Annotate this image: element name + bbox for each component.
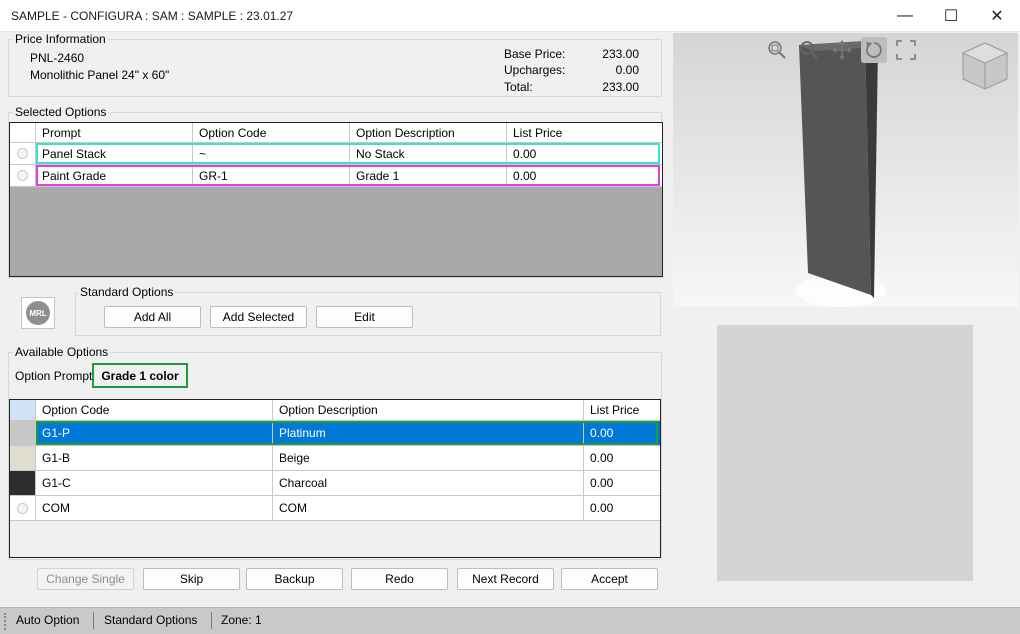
option-preview-panel	[717, 325, 973, 581]
option-image-icon	[17, 502, 28, 514]
row-header[interactable]	[10, 143, 36, 164]
color-swatch[interactable]	[10, 446, 36, 470]
manufacturer-logo[interactable]: MRL	[21, 297, 55, 329]
zoom-window-icon[interactable]	[767, 40, 787, 60]
row-header[interactable]	[10, 496, 36, 520]
selected-options-grid[interactable]: Prompt Option Code Option Description Li…	[9, 122, 663, 277]
standard-options-label: Standard Options	[78, 285, 176, 299]
upcharges-value: 0.00	[615, 63, 639, 77]
available-option-row[interactable]: G1-C Charcoal 0.00	[10, 471, 660, 496]
status-separator	[93, 612, 94, 629]
row-highlight-magenta	[36, 165, 660, 186]
selected-options-label: Selected Options	[13, 105, 109, 119]
option-image-icon	[17, 148, 28, 159]
header-option-code[interactable]: Option Code	[193, 123, 350, 142]
backup-button[interactable]: Backup	[246, 568, 343, 590]
zoom-icon[interactable]	[799, 40, 819, 60]
fullscreen-icon[interactable]	[896, 40, 916, 60]
accept-button[interactable]: Accept	[561, 568, 658, 590]
header-option-description[interactable]: Option Description	[273, 400, 584, 420]
status-separator	[211, 612, 212, 629]
available-option-row[interactable]: G1-B Beige 0.00	[10, 446, 660, 471]
change-single-button[interactable]: Change Single	[37, 568, 134, 590]
upcharges-label: Upcharges:	[504, 63, 566, 77]
price-information-label: Price Information	[13, 32, 108, 46]
maximize-button[interactable]: ☐	[928, 0, 974, 32]
header-corner	[10, 400, 36, 420]
color-swatch[interactable]	[10, 421, 36, 445]
selected-option-row[interactable]: Panel Stack ~ No Stack 0.00	[10, 143, 662, 165]
option-prompt-text: Grade 1 color	[101, 368, 179, 383]
base-price-label: Base Price:	[504, 47, 566, 61]
available-options-header: Option Code Option Description List Pric…	[10, 400, 660, 421]
selected-options-header: Prompt Option Code Option Description Li…	[10, 123, 662, 143]
available-options-label: Available Options	[13, 345, 111, 359]
status-mode: Auto Option	[16, 613, 80, 627]
base-price-value: 233.00	[602, 47, 639, 61]
minimize-button[interactable]: —	[882, 0, 928, 32]
total-value: 233.00	[602, 80, 639, 94]
row-option-description[interactable]: Beige	[273, 446, 584, 470]
color-swatch[interactable]	[10, 471, 36, 495]
row-highlight-green	[36, 421, 658, 445]
row-list-price[interactable]: 0.00	[584, 446, 660, 470]
add-all-button[interactable]: Add All	[104, 306, 201, 328]
add-selected-button[interactable]: Add Selected	[210, 306, 307, 328]
row-list-price[interactable]: 0.00	[584, 496, 660, 520]
row-list-price[interactable]: 0.00	[584, 471, 660, 495]
header-list-price[interactable]: List Price	[584, 400, 660, 420]
pan-icon[interactable]	[832, 40, 852, 60]
option-prompt-label: Option Prompt:	[15, 369, 96, 383]
header-corner	[10, 123, 36, 142]
row-header[interactable]	[10, 165, 36, 186]
total-label: Total:	[504, 80, 533, 94]
header-option-description[interactable]: Option Description	[350, 123, 507, 142]
window-title: SAMPLE - CONFIGURA : SAM : SAMPLE : 23.0…	[11, 9, 294, 23]
header-prompt[interactable]: Prompt	[36, 123, 193, 142]
available-option-row[interactable]: G1-P Platinum 0.00	[10, 421, 660, 446]
part-description: Monolithic Panel 24" x 60"	[30, 68, 170, 82]
close-icon: ✕	[990, 8, 1004, 25]
skip-button[interactable]: Skip	[143, 568, 240, 590]
edit-button[interactable]: Edit	[316, 306, 413, 328]
3d-viewport[interactable]	[673, 33, 1018, 307]
view-cube-icon[interactable]	[960, 41, 1010, 91]
header-list-price[interactable]: List Price	[507, 123, 662, 142]
header-option-code[interactable]: Option Code	[36, 400, 273, 420]
selected-option-row[interactable]: Paint Grade GR-1 Grade 1 0.00	[10, 165, 662, 187]
status-zone: Zone: 1	[221, 613, 262, 627]
option-image-icon	[17, 170, 28, 181]
option-prompt-value: Grade 1 color	[92, 363, 188, 388]
status-grip	[4, 613, 6, 630]
close-button[interactable]: ✕	[974, 0, 1020, 32]
status-section: Standard Options	[104, 613, 198, 627]
row-option-code[interactable]: COM	[36, 496, 273, 520]
maximize-icon: ☐	[943, 8, 959, 25]
next-record-button[interactable]: Next Record	[457, 568, 554, 590]
mrl-logo-text: MRL	[29, 308, 47, 318]
row-option-code[interactable]: G1-B	[36, 446, 273, 470]
row-option-description[interactable]: COM	[273, 496, 584, 520]
redo-button[interactable]: Redo	[351, 568, 448, 590]
row-highlight-cyan	[36, 143, 660, 164]
available-option-row[interactable]: COM COM 0.00	[10, 496, 660, 521]
status-bar: Auto Option Standard Options Zone: 1	[0, 607, 1020, 634]
mrl-logo-icon: MRL	[26, 301, 50, 325]
part-number: PNL-2460	[30, 51, 85, 65]
available-options-grid[interactable]: Option Code Option Description List Pric…	[9, 399, 661, 558]
title-bar: SAMPLE - CONFIGURA : SAM : SAMPLE : 23.0…	[0, 0, 1020, 32]
row-option-code[interactable]: G1-C	[36, 471, 273, 495]
orbit-icon[interactable]	[861, 37, 887, 63]
row-option-description[interactable]: Charcoal	[273, 471, 584, 495]
minimize-icon: —	[897, 7, 913, 24]
